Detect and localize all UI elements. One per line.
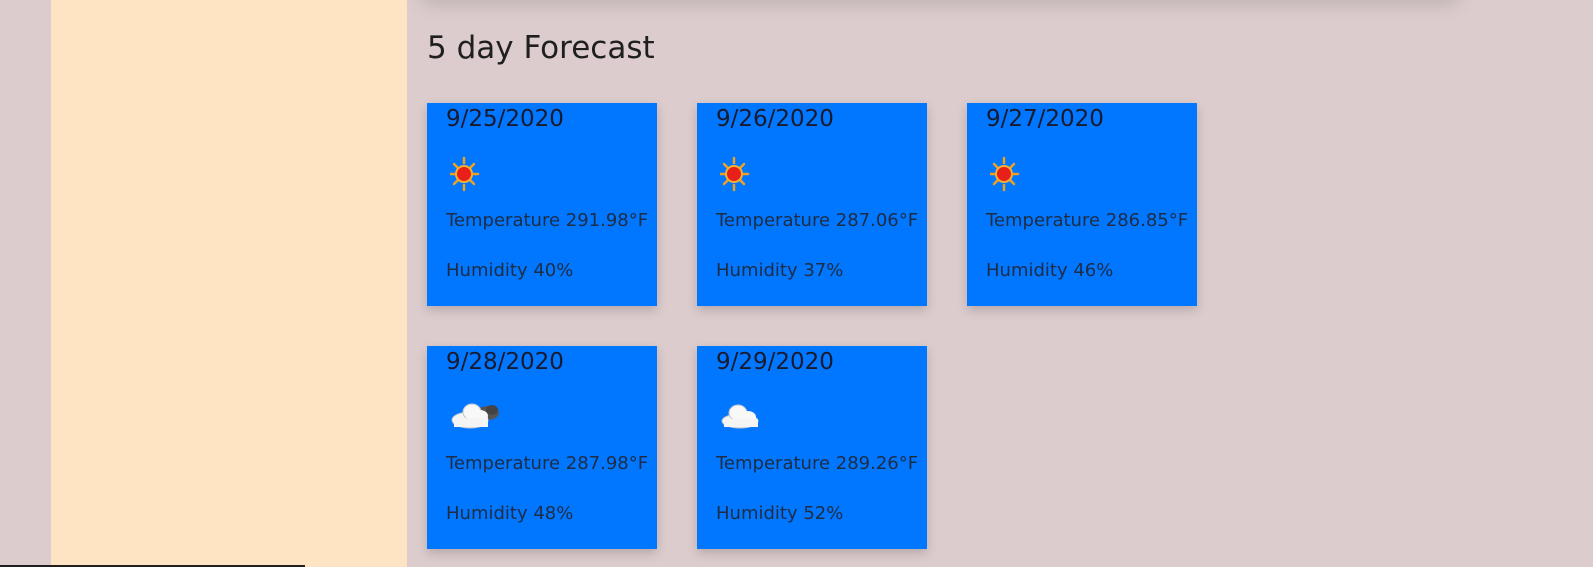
forecast-card: 9/29/2020 Temperature 289.26°F Humidity … bbox=[697, 346, 927, 549]
sun-icon bbox=[988, 155, 1046, 193]
forecast-temperature: Temperature 287.98°F bbox=[446, 453, 649, 474]
forecast-temperature: Temperature 286.85°F bbox=[986, 210, 1189, 231]
forecast-humidity: Humidity 52% bbox=[716, 503, 844, 524]
forecast-card: 9/27/2020 Temperature 286.85°F Humidity … bbox=[967, 103, 1197, 306]
forecast-humidity: Humidity 37% bbox=[716, 260, 844, 281]
forecast-date: 9/27/2020 bbox=[986, 106, 1104, 132]
cloud-icon bbox=[720, 398, 776, 436]
forecast-date: 9/29/2020 bbox=[716, 349, 834, 375]
cloud-icon bbox=[450, 398, 506, 436]
forecast-date: 9/26/2020 bbox=[716, 106, 834, 132]
forecast-title: 5 day Forecast bbox=[427, 30, 655, 66]
sun-icon bbox=[718, 155, 776, 193]
sun-icon bbox=[448, 155, 506, 193]
forecast-card: 9/28/2020 Temperature 287.98°F Humidity … bbox=[427, 346, 657, 549]
sidebar bbox=[51, 0, 407, 567]
forecast-temperature: Temperature 289.26°F bbox=[716, 453, 919, 474]
forecast-card: 9/25/2020 Temperature 291.98°F Humidity … bbox=[427, 103, 657, 306]
forecast-date: 9/25/2020 bbox=[446, 106, 564, 132]
forecast-humidity: Humidity 46% bbox=[986, 260, 1114, 281]
forecast-humidity: Humidity 48% bbox=[446, 503, 574, 524]
forecast-humidity: Humidity 40% bbox=[446, 260, 574, 281]
forecast-card: 9/26/2020 Temperature 287.06°F Humidity … bbox=[697, 103, 927, 306]
forecast-temperature: Temperature 287.06°F bbox=[716, 210, 919, 231]
forecast-date: 9/28/2020 bbox=[446, 349, 564, 375]
forecast-temperature: Temperature 291.98°F bbox=[446, 210, 649, 231]
